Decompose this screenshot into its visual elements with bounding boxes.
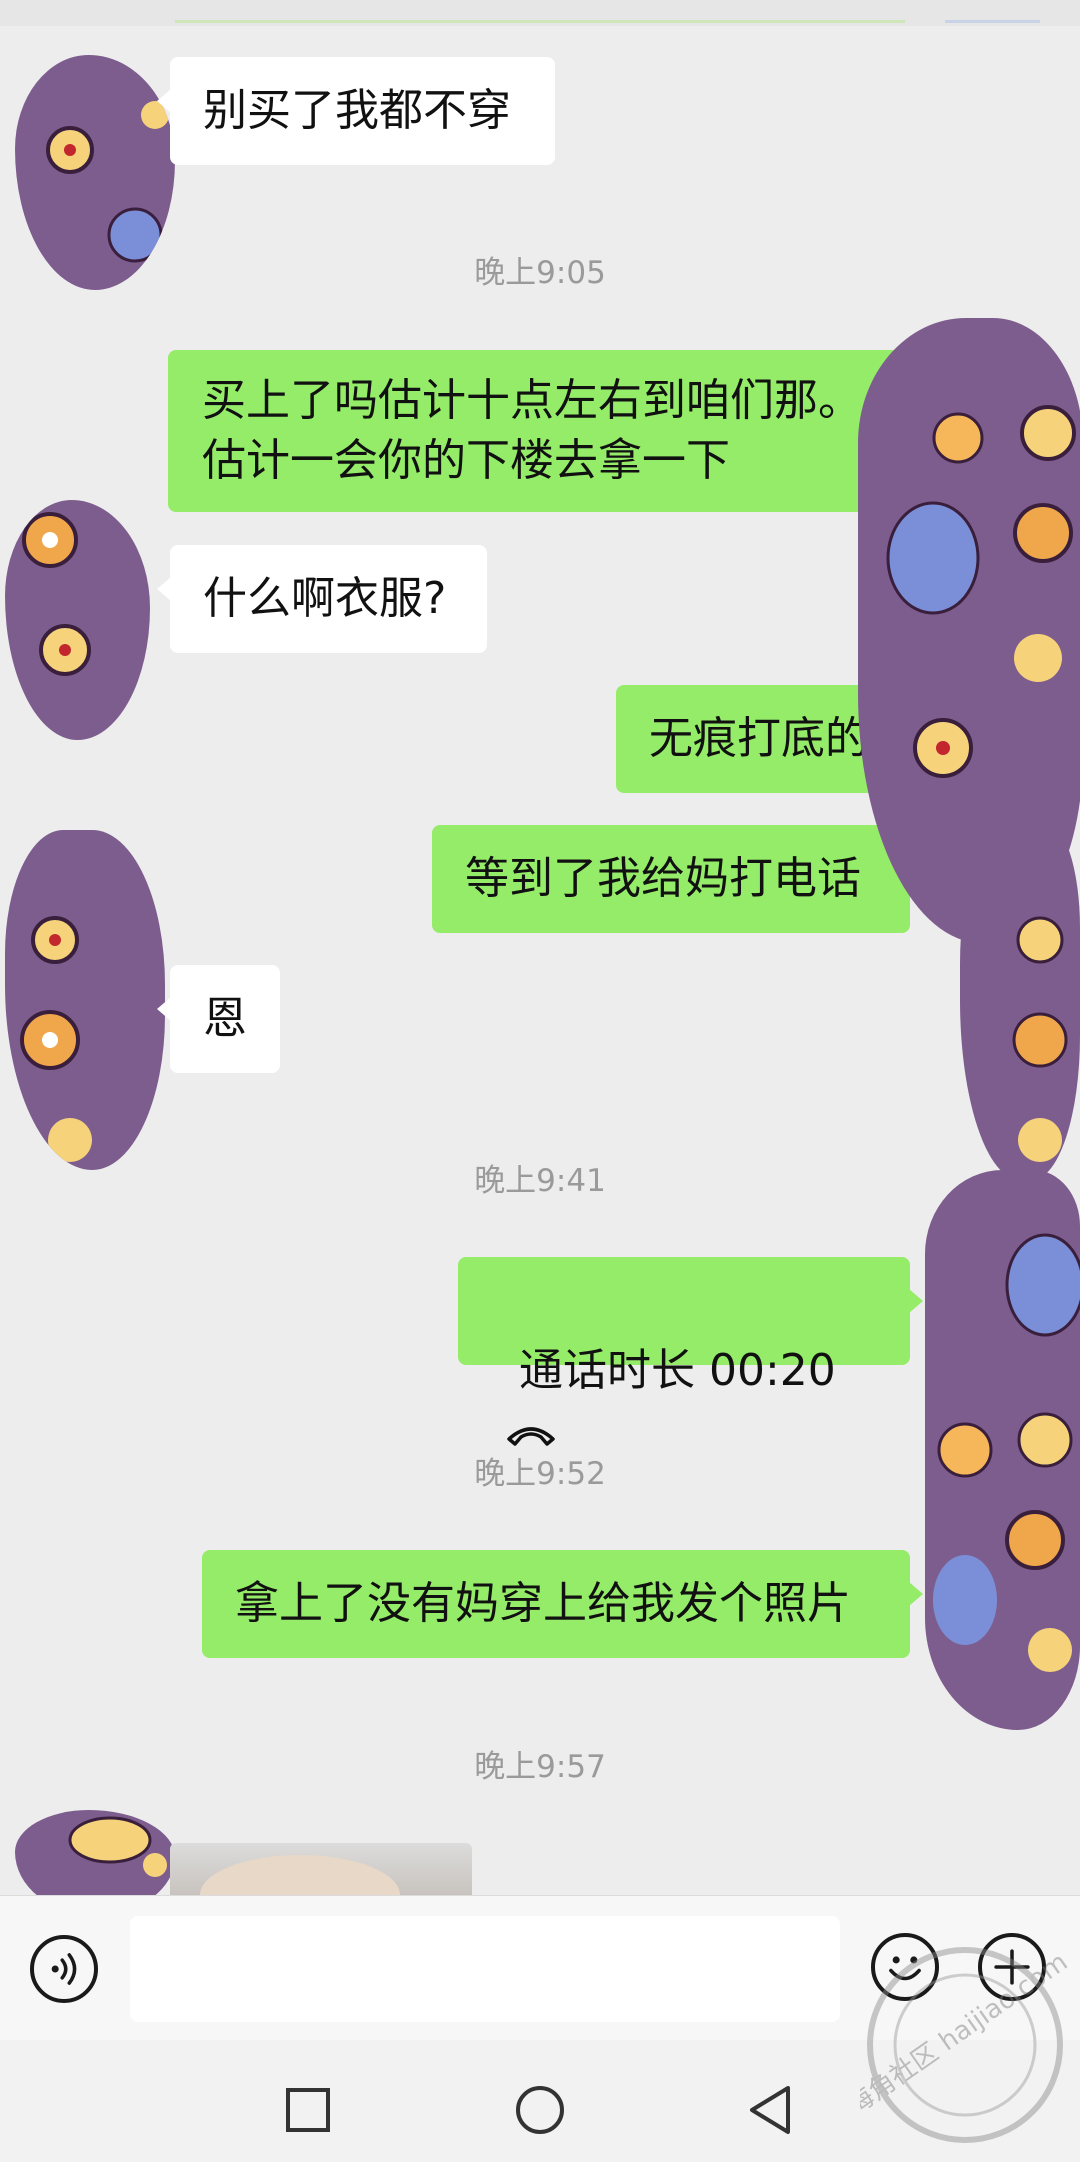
contact-avatar[interactable] bbox=[5, 830, 165, 1170]
received-image-message[interactable] bbox=[170, 1843, 472, 1895]
previous-message-strip bbox=[0, 0, 1080, 26]
sent-message[interactable]: 拿上了没有妈穿上给我发个照片 bbox=[202, 1550, 923, 1658]
call-record-message[interactable]: 通话时长 00:20 bbox=[458, 1257, 923, 1446]
received-message[interactable]: 别买了我都不穿 bbox=[157, 57, 555, 165]
sent-message[interactable]: 等到了我给妈打电话 bbox=[432, 825, 923, 933]
recent-apps-icon[interactable] bbox=[278, 2080, 338, 2140]
call-duration-text: 通话时长 00:20 bbox=[518, 1345, 836, 1396]
sent-message[interactable]: 买上了吗估计十点左右到咱们那。 估计一会你的下楼去拿一下 bbox=[168, 350, 923, 512]
back-icon[interactable] bbox=[740, 2080, 800, 2140]
received-message[interactable]: 恩 bbox=[157, 965, 280, 1073]
received-message[interactable]: 什么啊衣服? bbox=[157, 545, 487, 653]
redaction-overlay bbox=[925, 1170, 1080, 1730]
timestamp: 晚上9:52 bbox=[474, 1456, 606, 1492]
previous-bubble-edge bbox=[175, 20, 905, 23]
photo-preview bbox=[200, 1855, 400, 1895]
voice-icon[interactable] bbox=[30, 1935, 98, 2003]
timestamp: 晚上9:57 bbox=[474, 1749, 606, 1785]
contact-avatar[interactable] bbox=[5, 500, 150, 740]
watermark-text: 海角社区 haijiao.com bbox=[860, 1947, 1070, 2122]
timestamp: 晚上9:05 bbox=[474, 255, 606, 291]
timestamp: 晚上9:41 bbox=[474, 1163, 606, 1199]
redaction-overlay bbox=[960, 820, 1080, 1180]
phone-hangup-icon bbox=[507, 1427, 555, 1446]
previous-bubble-edge bbox=[945, 20, 1040, 23]
message-input[interactable] bbox=[130, 1916, 840, 2022]
watermark-logo: 海角社区 haijiao.com bbox=[860, 1947, 1070, 2143]
home-icon[interactable] bbox=[510, 2080, 570, 2140]
